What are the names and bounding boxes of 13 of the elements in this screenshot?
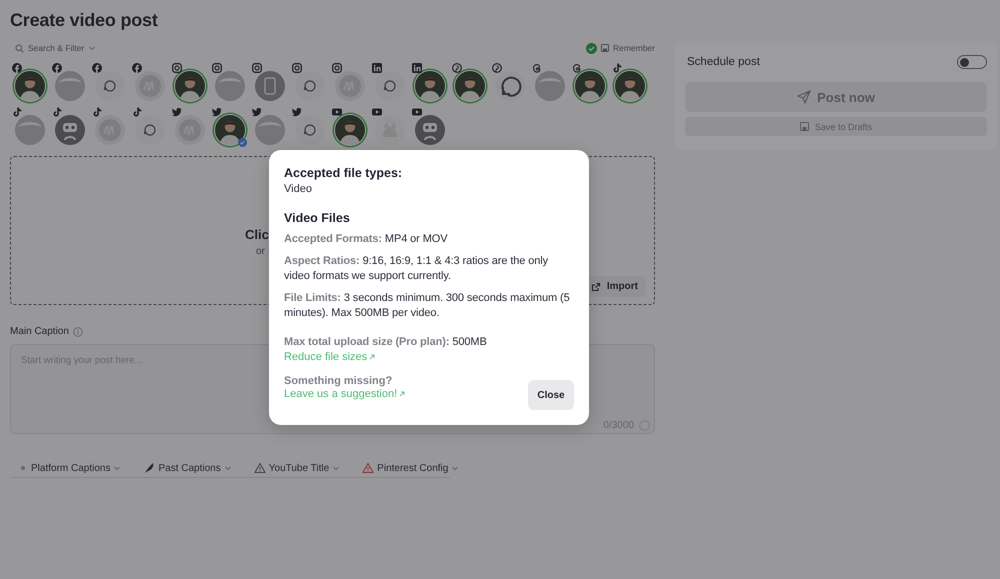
missing-label: Something missing?: [284, 375, 394, 387]
detail-text: Accepted Formats: MP4 or MOV: [284, 232, 448, 247]
detail-text: Aspect Ratios: 9:16, 16:9, 1:1 & 4:3 ratios are the only video formats we support currently.: [284, 254, 550, 284]
upload-limit-text: Max total upload size (Pro plan): 500MB: [284, 335, 488, 350]
caption-label: Main Caption: [10, 326, 69, 337]
file-type-text: Video: [284, 183, 313, 195]
schedule-label: Schedule post: [687, 56, 760, 68]
dialog-heading: Accepted file types:: [284, 166, 404, 180]
detail-text: File Limits: 3 seconds minimum. 300 seconds maximum (5 minutes). Max 500MB per video.: [284, 291, 571, 321]
upload-prompt: Clic: [245, 227, 269, 242]
upload-hint: or: [256, 246, 265, 257]
section-title: Video Files: [284, 211, 351, 225]
page-title: Create video post: [10, 10, 159, 31]
